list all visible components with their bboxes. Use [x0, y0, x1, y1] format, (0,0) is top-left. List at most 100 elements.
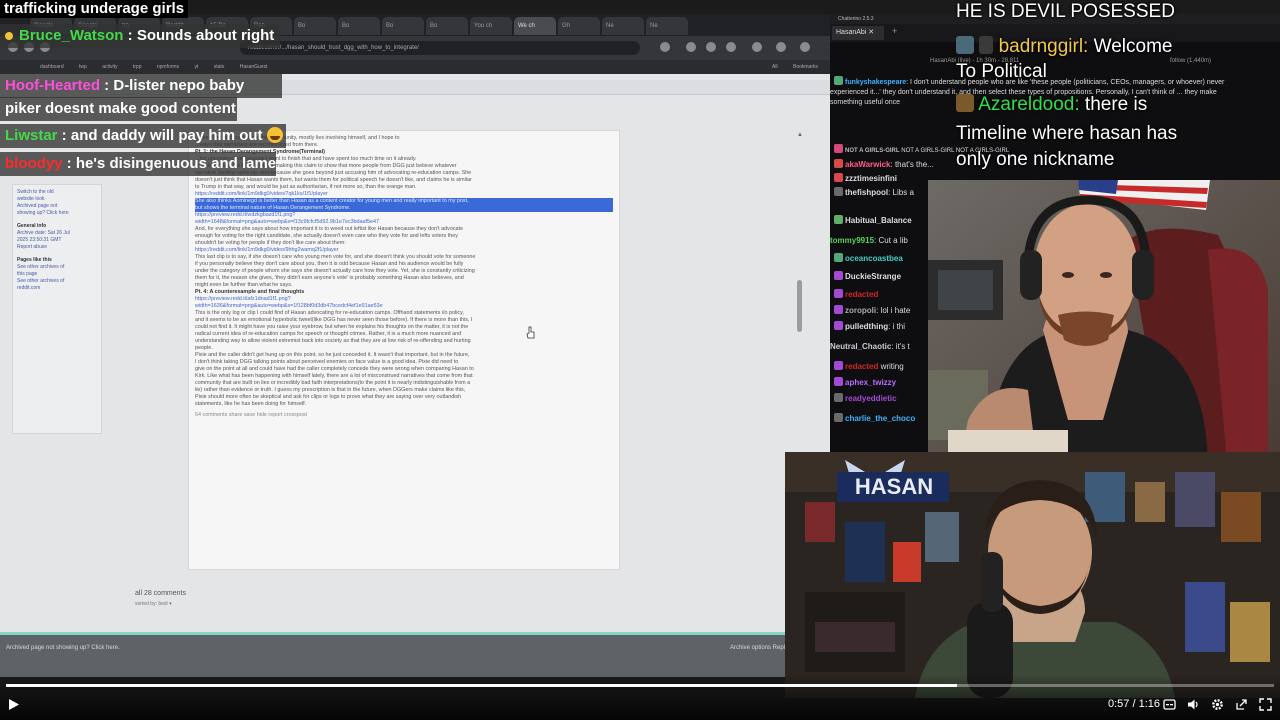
chat-overlay-message: bloodyy : he's disingenuous and lame	[0, 152, 276, 176]
post-text-line: This last clip is to say, if she doesn't…	[195, 254, 476, 260]
overlay-text: To Political	[956, 61, 1047, 82]
chat-separator: :	[62, 155, 76, 172]
chat-username: Neutral_Chaotic	[830, 342, 892, 351]
chat-username: DuckieStrange	[845, 272, 902, 281]
post-text-line: https://reddit.com/link/1m9dkg0/video/7q…	[195, 191, 328, 197]
post-text-line: people.	[195, 345, 213, 351]
browser-tab: We ch	[514, 17, 556, 35]
chat-username: zzztimesinfini	[845, 174, 898, 183]
reddit-post-body: ...more lies that come from this communi…	[188, 130, 620, 570]
seek-bar[interactable]	[6, 684, 1274, 687]
overlay-username: Azareldood:	[978, 94, 1080, 115]
chat-badge-icon	[834, 187, 843, 196]
scroll-up-icon: ▲	[797, 132, 803, 138]
chat-message-text: : lol i hate	[876, 306, 911, 315]
post-text-line: https://preview.redd.it/afz1dnad1f1.png?	[195, 296, 291, 302]
sub-badge-icon	[979, 36, 994, 54]
video-frame: GoogleGoogletrpReddit15 DeRepBoBoBoBoYou…	[0, 0, 1280, 720]
post-text-line: width=1648&format=png&auto=webp&s=f13c9f…	[195, 219, 380, 225]
chat-badge-icon	[834, 289, 843, 298]
extension-icon	[726, 42, 736, 52]
chat-badge-icon	[834, 377, 843, 386]
chat-message: aphex_twizzy	[830, 376, 940, 390]
seek-progress	[6, 684, 957, 687]
chat-tab: HasanAbi ✕	[832, 26, 884, 40]
fullscreen-icon[interactable]	[1259, 698, 1272, 711]
sidebar-link: reddit.com	[17, 285, 41, 291]
chat-username: pulledthing	[845, 322, 889, 331]
video-player-controls: 0:57 / 1:16	[0, 674, 1280, 720]
chat-username: zoropoli	[845, 306, 877, 315]
overlay-message: HE IS DEVIL POSESSED	[956, 0, 1175, 24]
chat-username: thefishpool	[845, 188, 889, 197]
chat-message: pulledthing: i thi	[830, 320, 940, 334]
overlay-text: Timeline where hasan has	[956, 123, 1178, 144]
address-bar: reddit.com/r/.../hasan_should_trust_dgg_…	[240, 41, 640, 55]
captions-icon[interactable]	[1163, 698, 1176, 711]
chat-message: zoropoli: lol i hate	[830, 304, 940, 318]
browser-tab: Ne	[602, 17, 644, 35]
volume-icon[interactable]	[1187, 698, 1200, 711]
play-button[interactable]	[8, 698, 20, 711]
chat-message-text: : Cut a lib	[874, 236, 908, 245]
chat-message: zzztimesinfini	[830, 172, 940, 186]
post-text-line: shouldn't be voting for people if they d…	[195, 240, 346, 246]
post-text-line: I don't think taking DGG talking points …	[195, 359, 459, 365]
bookmark-items: dashboard twp activity trpp npmforms yt …	[40, 64, 268, 70]
chat-badge-icon	[834, 173, 843, 182]
sidebar-link: showing up? Click here	[17, 210, 69, 216]
all-bookmarks: All Bookmarks	[772, 64, 818, 70]
post-text-line: https://reddit.com/link/1m9dkg0/video/9h…	[195, 247, 339, 253]
footer-right-text: Archive options Reply	[729, 645, 788, 651]
post-text-line: to Trump in that way, and would be just …	[195, 184, 417, 190]
sidebar-link: See other archives of	[17, 278, 65, 284]
post-text-line: radical current idea of re-education cam…	[195, 331, 462, 337]
chat-message-text: : Libs a	[888, 188, 914, 197]
add-tab-icon: +	[892, 26, 898, 36]
overlay-message: Azareldood: there is	[956, 93, 1147, 117]
chat-message: oceancoastbea	[830, 252, 940, 266]
post-text-line: understanding way to allow violent extre…	[195, 338, 471, 344]
sidebar-heading: General info	[17, 223, 47, 229]
post-text-line: https://preview.redd.it/wdzkgbazd1f1.png…	[195, 212, 296, 218]
chat-badge-icon	[834, 76, 843, 85]
hasan-banner-text: HASAN	[854, 474, 934, 499]
guest-webcam-image	[928, 180, 1280, 472]
chat-message-text: Sounds about right	[136, 27, 275, 44]
chat-username: tommy9915	[830, 236, 875, 245]
chat-message: Habitual_Balance	[830, 214, 940, 228]
chat-badge-icon	[834, 253, 843, 262]
chat-badge-icon	[834, 393, 843, 402]
chat-separator: :	[57, 127, 71, 144]
chat-message: tommy9915: Cut a lib	[830, 234, 940, 248]
browser-tab: Bo	[338, 17, 380, 35]
chat-overlay-message: piker doesnt make good content	[0, 97, 237, 121]
chat-username: redacted	[845, 362, 879, 371]
chat-message-text: : i thi	[888, 322, 906, 331]
post-text-line: under the category of people whom she sa…	[195, 268, 475, 274]
sidebar-link: Archived page not	[17, 203, 58, 209]
bookmarks-bar: dashboard twp activity trpp npmforms yt …	[0, 60, 830, 74]
settings-gear-icon[interactable]	[1211, 698, 1224, 711]
post-text-line: if you personally believe they don't car…	[195, 261, 464, 267]
browser-tab: Bo	[382, 17, 424, 35]
chat-message: thefishpool: Libs a	[830, 186, 940, 200]
chat-badge-icon	[834, 305, 843, 314]
post-text-line: but shows the terminal nature of Hasan D…	[195, 205, 613, 212]
overlay-message: badrnggirl: Welcome	[956, 35, 1172, 59]
chat-message: akaWarwick: that's the...	[830, 158, 940, 172]
key-badge-icon	[5, 32, 13, 40]
archive-sidebar: Switch to the old website look Archived pa…	[12, 184, 102, 434]
post-text-line: could not find it. It might have you rai…	[195, 324, 469, 330]
post-text-line: lie) rather than evidence or truth. I gu…	[195, 387, 466, 393]
overlay-text: Welcome	[1088, 36, 1173, 57]
footer-left-text: Archived page not showing up? Click here…	[6, 645, 120, 651]
chat-message-text: : that's the...	[890, 160, 934, 169]
page-scrollbar	[797, 280, 802, 332]
sidebar-info: Archive date: Sat 26 Jul	[17, 230, 70, 236]
chat-username: Liwstar	[5, 127, 58, 144]
chat-separator: :	[100, 77, 114, 94]
chat-username: redacted	[845, 290, 879, 299]
post-text-line: might even be further than what he says.	[195, 282, 293, 288]
share-icon[interactable]	[1235, 698, 1248, 711]
